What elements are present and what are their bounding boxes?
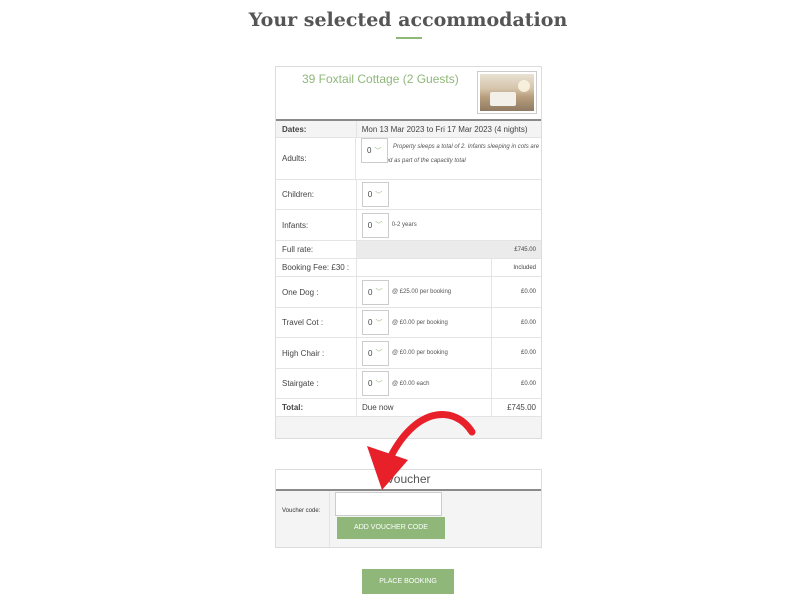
infants-label: Infants: <box>276 210 357 240</box>
bedroom-image <box>480 74 534 111</box>
voucher-divider <box>329 491 330 547</box>
infants-age-note: 0-2 years <box>391 222 417 228</box>
voucher-code-label: Voucher code: <box>282 508 321 514</box>
adults-label: Adults: <box>276 138 356 179</box>
stairgate-select[interactable]: 0 ﹀ <box>362 371 389 396</box>
full-rate-label: Full rate: <box>276 241 357 258</box>
chevron-down-icon: ﹀ <box>375 319 383 327</box>
high-chair-rate: @ £0.00 per booking <box>392 350 448 356</box>
children-row: Children: 0 ﹀ <box>276 180 541 210</box>
chevron-down-icon: ﹀ <box>375 289 383 296</box>
high-chair-label: High Chair : <box>276 338 357 368</box>
chevron-down-icon: ﹀ <box>374 147 382 155</box>
dates-value: Mon 13 Mar 2023 to Fri 17 Mar 2023 (4 ni… <box>361 124 528 134</box>
place-booking-button[interactable]: PLACE BOOKING <box>362 569 454 594</box>
children-select[interactable]: 0 ﹀ <box>361 182 389 207</box>
total-label: Total: <box>276 399 357 416</box>
full-rate-price: £745.00 <box>356 241 541 258</box>
chevron-down-icon: ﹀ <box>375 191 383 199</box>
stairgate-label: Stairgate : <box>276 369 357 398</box>
one-dog-row: One Dog : 0 ﹀ @ £25.00 per booking £0.00 <box>276 277 541 308</box>
chevron-down-icon: ﹀ <box>375 350 383 357</box>
property-header: 39 Foxtail Cottage (2 Guests) <box>276 67 541 121</box>
one-dog-price: £0.00 <box>491 277 541 307</box>
add-voucher-button[interactable]: ADD VOUCHER CODE <box>337 517 445 539</box>
booking-fee-label: Booking Fee: £30 : <box>276 259 357 276</box>
property-photo[interactable] <box>477 71 537 114</box>
red-curved-arrow-icon <box>367 410 476 490</box>
high-chair-row: High Chair : 0 ﹀ @ £0.00 per booking £0.0… <box>276 338 541 369</box>
dates-row: Dates: Mon 13 Mar 2023 to Fri 17 Mar 202… <box>276 121 541 138</box>
adults-select[interactable]: 0 ﹀ <box>361 138 388 163</box>
full-rate-row: Full rate: £745.00 <box>276 241 541 259</box>
stairgate-rate: @ £0.00 each <box>392 380 430 387</box>
adults-capacity-note: Property sleeps a total of 2. Infants sl… <box>361 144 540 164</box>
one-dog-rate: @ £25.00 per booking <box>392 289 452 295</box>
property-name[interactable]: 39 Foxtail Cottage (2 Guests) <box>302 72 459 86</box>
booking-fee-price: Included <box>491 259 541 276</box>
travel-cot-select[interactable]: 0 ﹀ <box>362 310 389 335</box>
page-title: Your selected accommodation <box>248 9 568 31</box>
travel-cot-rate: @ £0.00 per booking <box>392 319 448 326</box>
travel-cot-label: Travel Cot : <box>276 308 357 337</box>
title-underline <box>396 37 422 39</box>
chevron-down-icon: ﹀ <box>375 222 383 229</box>
travel-cot-price: £0.00 <box>491 308 541 337</box>
one-dog-label: One Dog : <box>276 277 357 307</box>
children-label: Children: <box>276 180 357 209</box>
one-dog-select[interactable]: 0 ﹀ <box>362 279 389 305</box>
chevron-down-icon: ﹀ <box>375 380 383 388</box>
booking-fee-row: Booking Fee: £30 : Included <box>276 259 541 277</box>
booking-card: 39 Foxtail Cottage (2 Guests) Dates: Mon… <box>275 66 542 439</box>
high-chair-select[interactable]: 0 ﹀ <box>362 340 389 366</box>
adults-row: Adults: Property sleeps a total of 2. In… <box>276 138 541 180</box>
high-chair-price: £0.00 <box>491 338 541 368</box>
infants-select[interactable]: 0 ﹀ <box>361 212 389 238</box>
stairgate-price: £0.00 <box>491 369 541 398</box>
dates-label: Dates: <box>276 121 357 137</box>
infants-row: Infants: 0 ﹀ 0-2 years <box>276 210 541 241</box>
travel-cot-row: Travel Cot : 0 ﹀ @ £0.00 per booking £0.0… <box>276 308 541 338</box>
total-price: £745.00 <box>491 399 541 416</box>
stairgate-row: Stairgate : 0 ﹀ @ £0.00 each £0.00 <box>276 369 541 399</box>
